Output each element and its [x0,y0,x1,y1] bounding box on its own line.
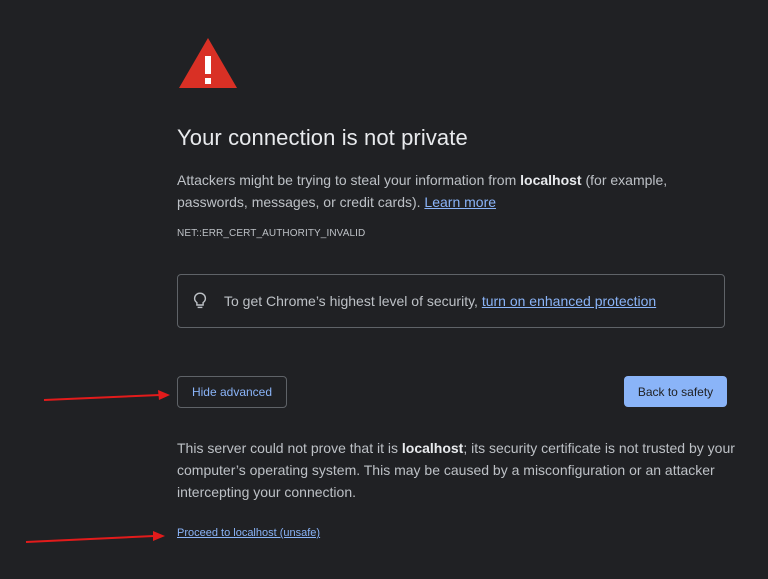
interstitial-page: Your connection is not private Attackers… [0,0,768,579]
details-prefix: This server could not prove that it is [177,440,402,456]
back-to-safety-button[interactable]: Back to safety [624,376,727,407]
learn-more-link[interactable]: Learn more [424,194,496,210]
annotation-arrow-icon [43,390,170,401]
enhanced-protection-text: To get Chrome’s highest level of securit… [224,293,656,309]
details-host: localhost [401,440,464,456]
description-prefix: Attackers might be trying to steal your … [177,172,521,188]
lightbulb-icon [193,292,207,309]
error-code: NET::ERR_CERT_AUTHORITY_INVALID [177,228,366,239]
proceed-unsafe-link[interactable]: Proceed to localhost (unsafe) [177,527,320,539]
hide-advanced-button[interactable]: Hide advanced [177,376,287,408]
enhanced-protection-box: To get Chrome’s highest level of securit… [177,274,725,328]
warning-icon [179,38,237,88]
description-host: localhost [520,172,582,188]
annotation-arrow-icon [25,531,165,543]
advanced-details-text: This server could not prove that it is l… [177,437,737,503]
description-text: Attackers might be trying to steal your … [177,169,717,213]
enhanced-protection-link[interactable]: turn on enhanced protection [482,293,656,309]
page-title: Your connection is not private [177,125,468,150]
enhanced-protection-label: To get Chrome’s highest level of securit… [224,293,482,309]
